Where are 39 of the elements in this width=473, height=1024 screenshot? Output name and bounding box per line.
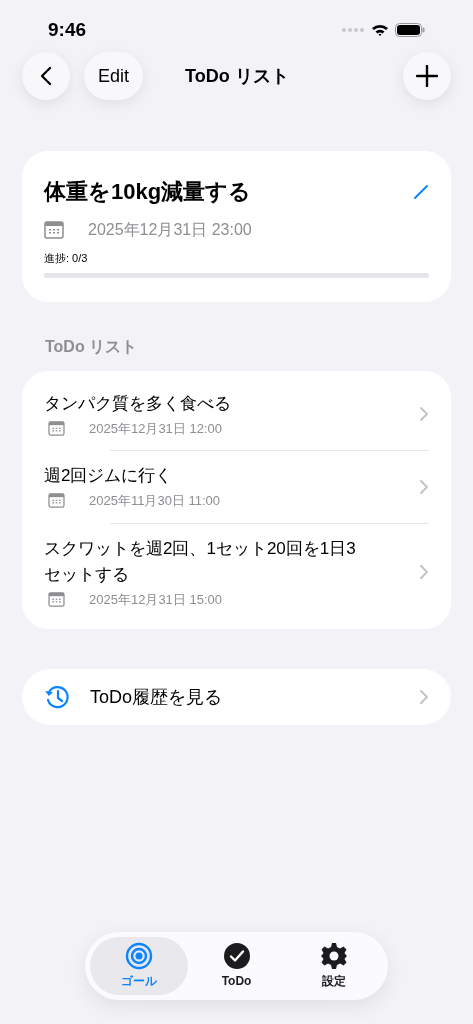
nav-title: ToDo リスト [185, 64, 289, 88]
add-button[interactable] [403, 52, 451, 100]
chevron-right-icon [419, 689, 429, 705]
calendar-icon [48, 420, 65, 436]
todo-date: 2025年11月30日 11:00 [89, 492, 221, 510]
chevron-right-icon [419, 564, 429, 581]
battery-icon [395, 23, 425, 37]
calendar-icon [48, 493, 65, 509]
wifi-icon [371, 23, 389, 37]
plus-icon [416, 65, 438, 87]
todo-title: スクワットを週2回、1セット20回を1日3セットする [44, 537, 356, 586]
settings-icon [320, 942, 349, 970]
section-title: ToDo リスト [45, 336, 139, 357]
todo-title: タンパク質を多く食べる [44, 392, 232, 415]
chevron-right-icon [419, 406, 429, 423]
tab[interactable]: 設定 [285, 937, 383, 995]
back-button[interactable] [22, 52, 70, 100]
pencil-icon[interactable] [413, 183, 429, 200]
target-icon [124, 942, 153, 970]
progress-label: 進捗: 0/3 [44, 251, 89, 266]
edit-button[interactable]: Edit [84, 52, 144, 100]
todo-row[interactable]: タンパク質を多く食べる 2025年12月31日 12:00 [44, 378, 429, 450]
calendar-icon [44, 221, 64, 239]
todo-row[interactable]: スクワットを週2回、1セット20回を1日3セットする 2025年12月31日 15:00 [44, 523, 429, 621]
history-icon [44, 684, 70, 710]
history-button[interactable]: ToDo履歴を見る [22, 669, 451, 725]
chevron-right-icon [419, 478, 429, 495]
goal-title: 体重を10kg減量する [44, 178, 252, 206]
tab[interactable]: ToDo [187, 937, 286, 995]
todo-date: 2025年12月31日 12:00 [89, 419, 222, 438]
todo-date: 2025年12月31日 15:00 [89, 590, 222, 609]
calendar-icon [48, 591, 65, 607]
signal-icon [341, 27, 365, 33]
status-time: 9:46 [48, 17, 87, 42]
back-icon [40, 66, 52, 86]
todo-row[interactable]: 週2回ジムに行く 2025年11月30日 11:00 [44, 451, 429, 523]
goal-date: 2025年12月31日 23:00 [88, 220, 252, 240]
todo-title: 週2回ジムに行く [44, 465, 174, 487]
checkmark-icon [222, 942, 251, 970]
